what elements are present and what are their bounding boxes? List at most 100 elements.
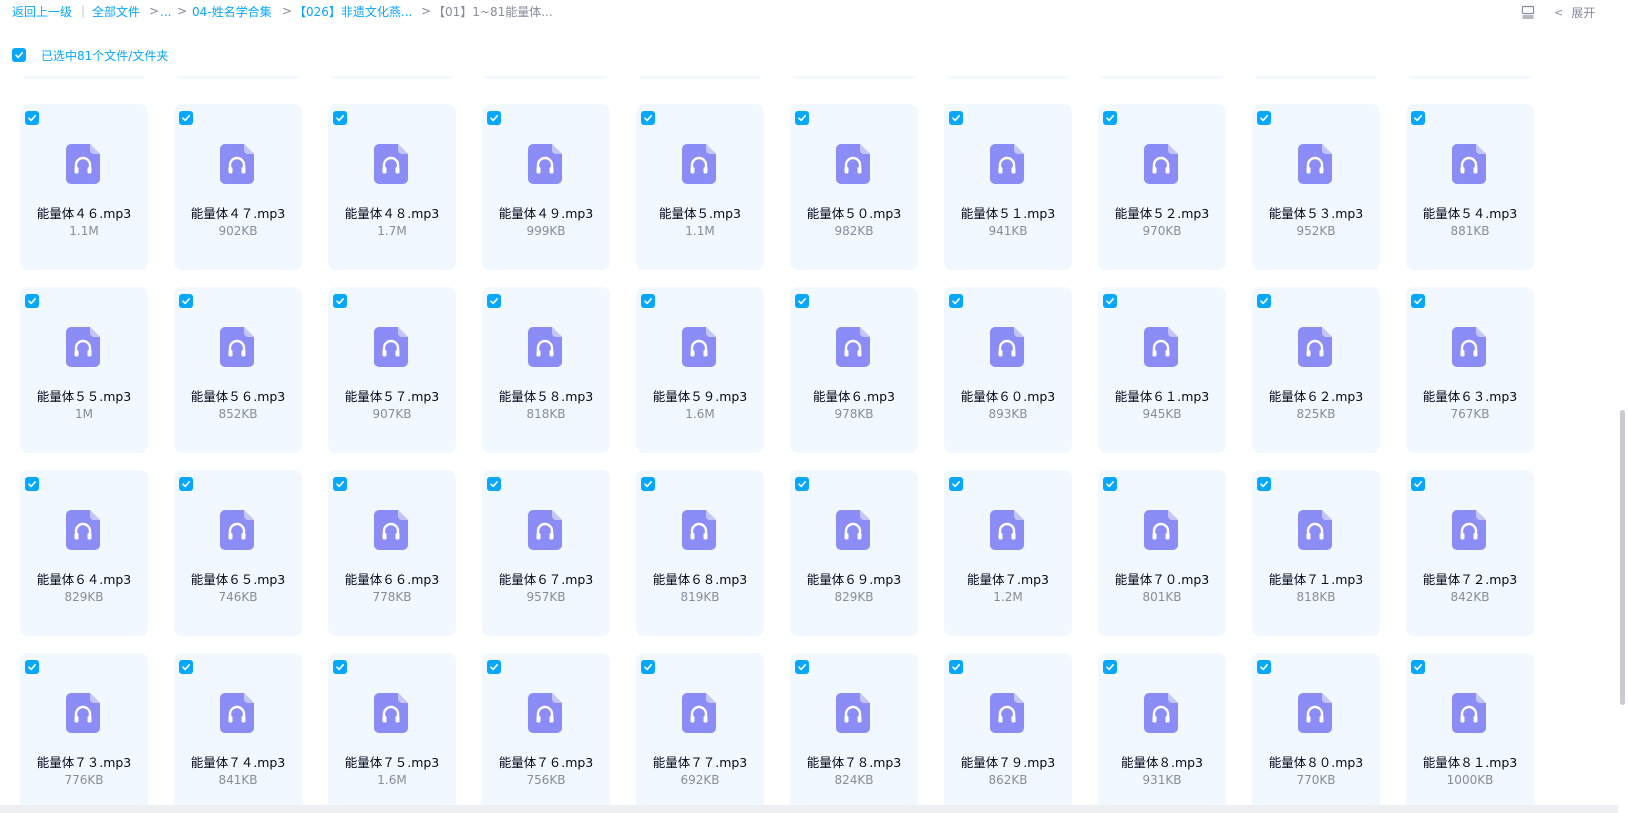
list-view-icon[interactable] bbox=[1521, 3, 1535, 21]
file-checkbox[interactable] bbox=[179, 477, 193, 491]
file-checkbox[interactable] bbox=[1257, 660, 1271, 674]
file-checkbox[interactable] bbox=[25, 294, 39, 308]
file-card[interactable]: 能量体６７.mp3 957KB bbox=[482, 470, 610, 636]
file-checkbox[interactable] bbox=[795, 477, 809, 491]
breadcrumb-folder-04[interactable]: 04-姓名学合集 bbox=[192, 4, 272, 20]
file-card[interactable]: 能量体８０.mp3 770KB bbox=[1252, 653, 1380, 805]
back-link[interactable]: 返回上一级 bbox=[12, 4, 72, 20]
file-checkbox[interactable] bbox=[25, 660, 39, 674]
file-card[interactable]: 能量体５２.mp3 970KB bbox=[1098, 104, 1226, 270]
file-checkbox[interactable] bbox=[641, 111, 655, 125]
file-checkbox[interactable] bbox=[949, 111, 963, 125]
file-checkbox[interactable] bbox=[1411, 660, 1425, 674]
file-card[interactable]: 能量体７５.mp3 1.6M bbox=[328, 653, 456, 805]
file-checkbox[interactable] bbox=[333, 660, 347, 674]
file-checkbox[interactable] bbox=[487, 111, 501, 125]
file-checkbox[interactable] bbox=[1257, 477, 1271, 491]
scrollbar[interactable] bbox=[1618, 0, 1628, 813]
breadcrumb-folder-026[interactable]: 【026】非遗文化燕... bbox=[294, 4, 412, 20]
file-card[interactable]: 能量体８.mp3 931KB bbox=[1098, 653, 1226, 805]
file-checkbox[interactable] bbox=[487, 294, 501, 308]
file-card[interactable]: 能量体６１.mp3 945KB bbox=[1098, 287, 1226, 453]
file-card-partial[interactable] bbox=[174, 76, 302, 79]
file-card[interactable]: 能量体４９.mp3 999KB bbox=[482, 104, 610, 270]
file-card[interactable]: 能量体４６.mp3 1.1M bbox=[20, 104, 148, 270]
file-checkbox[interactable] bbox=[487, 660, 501, 674]
file-checkbox[interactable] bbox=[25, 111, 39, 125]
file-checkbox[interactable] bbox=[1257, 294, 1271, 308]
file-checkbox[interactable] bbox=[949, 660, 963, 674]
file-card[interactable]: 能量体７３.mp3 776KB bbox=[20, 653, 148, 805]
file-card-partial[interactable] bbox=[790, 76, 918, 79]
file-checkbox[interactable] bbox=[949, 477, 963, 491]
file-card[interactable]: 能量体５９.mp3 1.6M bbox=[636, 287, 764, 453]
file-card-partial[interactable] bbox=[944, 76, 1072, 79]
file-card[interactable]: 能量体５３.mp3 952KB bbox=[1252, 104, 1380, 270]
file-checkbox[interactable] bbox=[1411, 111, 1425, 125]
file-card[interactable]: 能量体４７.mp3 902KB bbox=[174, 104, 302, 270]
file-card[interactable]: 能量体６２.mp3 825KB bbox=[1252, 287, 1380, 453]
file-checkbox[interactable] bbox=[179, 111, 193, 125]
breadcrumb-ellipsis[interactable]: ... bbox=[160, 4, 171, 20]
file-checkbox[interactable] bbox=[949, 294, 963, 308]
file-card-partial[interactable] bbox=[1098, 76, 1226, 79]
file-card[interactable]: 能量体５４.mp3 881KB bbox=[1406, 104, 1534, 270]
file-checkbox[interactable] bbox=[25, 477, 39, 491]
file-card[interactable]: 能量体５０.mp3 982KB bbox=[790, 104, 918, 270]
file-card[interactable]: 能量体５.mp3 1.1M bbox=[636, 104, 764, 270]
file-checkbox[interactable] bbox=[1103, 111, 1117, 125]
file-checkbox[interactable] bbox=[1411, 294, 1425, 308]
breadcrumb-all-files[interactable]: 全部文件 bbox=[92, 4, 140, 20]
file-card[interactable]: 能量体５１.mp3 941KB bbox=[944, 104, 1072, 270]
file-card[interactable]: 能量体７１.mp3 818KB bbox=[1252, 470, 1380, 636]
file-checkbox[interactable] bbox=[487, 477, 501, 491]
file-checkbox[interactable] bbox=[1103, 477, 1117, 491]
file-card[interactable]: 能量体５６.mp3 852KB bbox=[174, 287, 302, 453]
file-card[interactable]: 能量体６６.mp3 778KB bbox=[328, 470, 456, 636]
file-checkbox[interactable] bbox=[795, 111, 809, 125]
file-card-partial[interactable] bbox=[1252, 76, 1380, 79]
file-card[interactable]: 能量体７.mp3 1.2M bbox=[944, 470, 1072, 636]
file-checkbox[interactable] bbox=[179, 660, 193, 674]
select-all-checkbox[interactable] bbox=[12, 48, 26, 62]
file-card-partial[interactable] bbox=[328, 76, 456, 79]
file-card[interactable]: 能量体６５.mp3 746KB bbox=[174, 470, 302, 636]
file-card[interactable]: 能量体６９.mp3 829KB bbox=[790, 470, 918, 636]
file-card-partial[interactable] bbox=[1406, 76, 1534, 79]
file-card[interactable]: 能量体８１.mp3 1000KB bbox=[1406, 653, 1534, 805]
file-checkbox[interactable] bbox=[641, 294, 655, 308]
file-card[interactable]: 能量体７０.mp3 801KB bbox=[1098, 470, 1226, 636]
file-card[interactable]: 能量体７８.mp3 824KB bbox=[790, 653, 918, 805]
file-checkbox[interactable] bbox=[641, 660, 655, 674]
file-card[interactable]: 能量体５５.mp3 1M bbox=[20, 287, 148, 453]
file-checkbox[interactable] bbox=[1257, 111, 1271, 125]
file-card-partial[interactable] bbox=[20, 76, 148, 79]
file-card[interactable]: 能量体４８.mp3 1.7M bbox=[328, 104, 456, 270]
file-checkbox[interactable] bbox=[333, 294, 347, 308]
file-card[interactable]: 能量体７７.mp3 692KB bbox=[636, 653, 764, 805]
file-card-partial[interactable] bbox=[636, 76, 764, 79]
file-checkbox[interactable] bbox=[1103, 294, 1117, 308]
file-checkbox[interactable] bbox=[641, 477, 655, 491]
file-card[interactable]: 能量体５７.mp3 907KB bbox=[328, 287, 456, 453]
file-card[interactable]: 能量体６８.mp3 819KB bbox=[636, 470, 764, 636]
file-card[interactable]: 能量体５８.mp3 818KB bbox=[482, 287, 610, 453]
file-card[interactable]: 能量体７２.mp3 842KB bbox=[1406, 470, 1534, 636]
file-checkbox[interactable] bbox=[333, 477, 347, 491]
file-checkbox[interactable] bbox=[795, 660, 809, 674]
file-card[interactable]: 能量体７６.mp3 756KB bbox=[482, 653, 610, 805]
file-checkbox[interactable] bbox=[795, 294, 809, 308]
file-card[interactable]: 能量体６.mp3 978KB bbox=[790, 287, 918, 453]
expand-button[interactable]: < 展开 bbox=[1554, 3, 1595, 21]
file-card[interactable]: 能量体６４.mp3 829KB bbox=[20, 470, 148, 636]
file-card[interactable]: 能量体６０.mp3 893KB bbox=[944, 287, 1072, 453]
file-checkbox[interactable] bbox=[333, 111, 347, 125]
file-checkbox[interactable] bbox=[179, 294, 193, 308]
file-card[interactable]: 能量体７４.mp3 841KB bbox=[174, 653, 302, 805]
file-card[interactable]: 能量体６３.mp3 767KB bbox=[1406, 287, 1534, 453]
scrollbar-thumb[interactable] bbox=[1620, 410, 1625, 705]
file-card[interactable]: 能量体７９.mp3 862KB bbox=[944, 653, 1072, 805]
file-card-partial[interactable] bbox=[482, 76, 610, 79]
file-checkbox[interactable] bbox=[1411, 477, 1425, 491]
file-checkbox[interactable] bbox=[1103, 660, 1117, 674]
